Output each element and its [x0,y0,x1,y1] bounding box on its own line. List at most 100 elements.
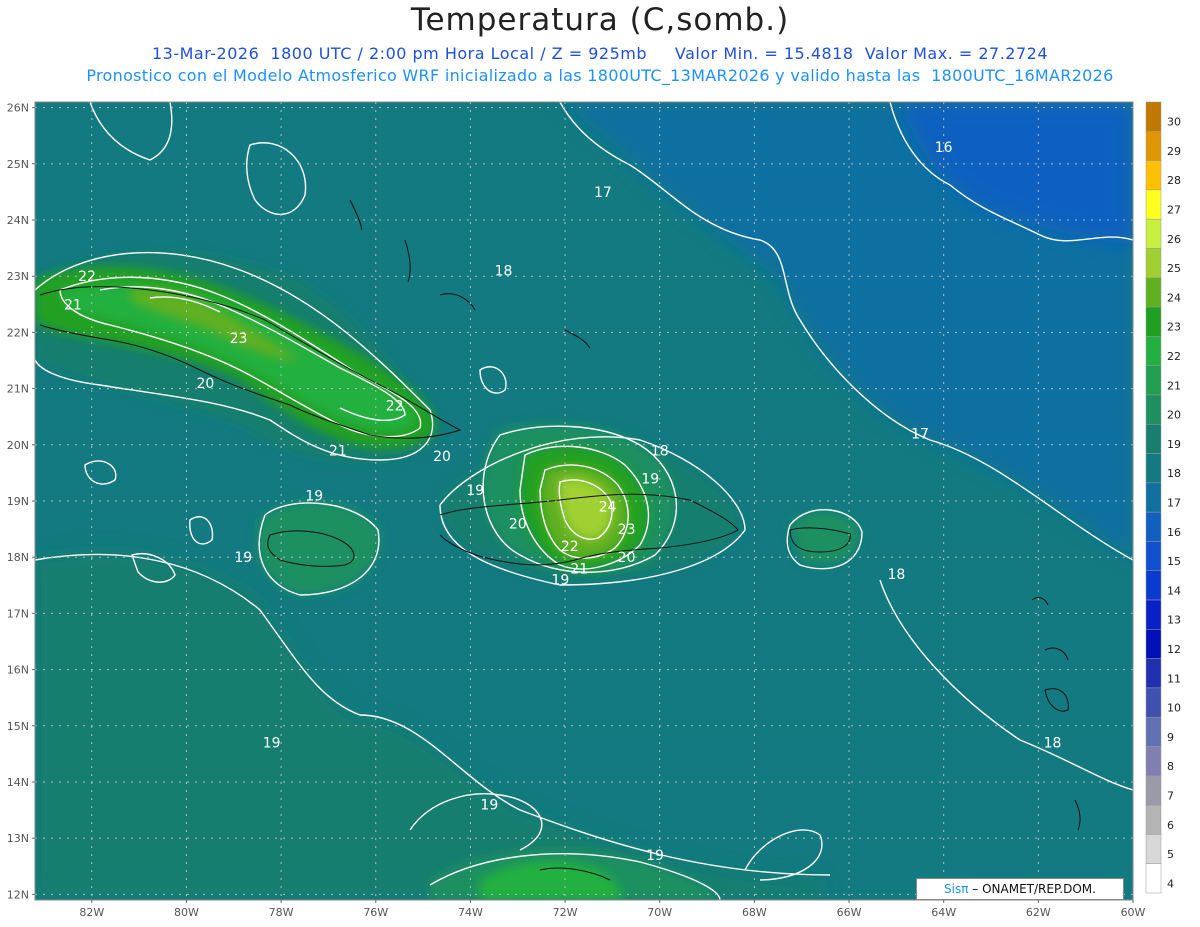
lon-tick-label: 78W [269,906,294,919]
isotherm-label: 19 [641,472,659,488]
colorbar-label: 25 [1167,262,1181,275]
lat-tick-label: 16N [7,664,29,677]
lat-tick-label: 12N [7,888,29,901]
lat-tick-label: 25N [7,158,29,171]
isotherm-label: 22 [561,539,579,555]
colorbar-swatch [1145,160,1162,191]
isotherm-label: 19 [263,736,281,752]
lat-tick-label: 17N [7,607,29,620]
colorbar-label: 6 [1167,819,1174,832]
colorbar-label: 30 [1167,116,1181,129]
colorbar-swatch [1145,541,1162,571]
lat-tick-label: 20N [7,439,29,452]
isotherm-label: 16 [935,140,953,156]
isotherm-label: 17 [594,185,612,201]
colorbar-label: 4 [1167,877,1174,890]
colorbar-swatch [1145,336,1162,366]
isotherm-label: 18 [651,443,669,459]
lon-tick-label: 80W [174,906,199,919]
colorbar-swatch [1145,775,1162,806]
colorbar-label: 28 [1167,174,1181,187]
credit-box: Sisπ – ONAMET/REP.DOM. [916,878,1124,900]
colorbar-swatch [1145,863,1162,894]
isotherm-label: 18 [887,567,905,583]
colorbar-label: 15 [1167,555,1181,568]
isotherm-label: 19 [234,550,252,566]
colorbar-swatch [1145,248,1162,279]
colorbar-label: 5 [1167,848,1174,861]
lon-tick-label: 76W [363,906,388,919]
colorbar-swatch [1145,365,1162,396]
isotherm-label: 19 [305,488,323,504]
colorbar-label: 11 [1167,672,1181,685]
colorbar-label: 26 [1167,233,1181,246]
isotherm-label: 22 [78,269,96,285]
colorbar-swatch [1145,482,1162,513]
colorbar-label: 21 [1167,379,1181,392]
lat-tick-label: 23N [7,270,29,283]
lat-tick-label: 24N [7,214,29,227]
colorbar-swatch [1145,834,1162,864]
isotherm-label: 17 [911,427,929,443]
colorbar-label: 10 [1167,702,1181,715]
colorbar-swatch [1145,394,1162,425]
isotherm-label: 20 [196,376,214,392]
isotherm-label: 24 [599,500,617,516]
colorbar-label: 18 [1167,467,1181,480]
isotherm-label: 23 [618,522,636,538]
colorbar-label: 8 [1167,760,1174,773]
colorbar-label: 19 [1167,438,1181,451]
isotherm-label: 19 [646,848,664,864]
latitude-axis: 12N 13N 14N 15N 16N 17N 18N 19N 20N 21N 22N 23N 24N 2… [7,102,35,901]
colorbar: 30 29 28 27 26 25 24 23 22 21 20 19 18 17 16 15 14 13 12 11… [1145,101,1181,894]
isotherm-label: 19 [466,483,484,499]
isotherm-label: 19 [480,797,498,813]
shaded-field [35,102,1133,900]
colorbar-label: 14 [1167,584,1181,597]
lat-tick-label: 19N [7,495,29,508]
isotherm-label: 19 [551,573,569,589]
colorbar-swatch [1145,101,1162,132]
lon-tick-label: 62W [1026,906,1051,919]
colorbar-label: 7 [1167,789,1174,802]
colorbar-swatch [1145,716,1162,747]
colorbar-swatch [1145,189,1162,220]
lon-tick-label: 74W [458,906,483,919]
lat-tick-label: 22N [7,326,29,339]
isotherm-label: 21 [64,297,82,313]
longitude-axis: 82W 80W 78W 76W 74W 72W 70W 68W 66W 64W 62W 60W [79,900,1146,919]
credit-text: – ONAMET/REP.DOM. [968,882,1096,896]
colorbar-swatch [1145,218,1162,249]
colorbar-label: 29 [1167,145,1181,158]
colorbar-swatch [1145,687,1162,718]
isotherm-label: 20 [618,550,636,566]
colorbar-swatch [1145,599,1162,630]
isotherm-label: 21 [329,443,347,459]
colorbar-label: 17 [1167,497,1181,510]
lon-tick-label: 60W [1121,906,1146,919]
colorbar-swatch [1145,570,1162,601]
colorbar-swatch [1145,629,1162,659]
lon-tick-label: 66W [837,906,862,919]
colorbar-label: 9 [1167,731,1174,744]
lat-tick-label: 21N [7,383,29,396]
credit-brand: Sisπ [944,882,969,896]
isotherm-label: 18 [1044,736,1062,752]
lon-tick-label: 82W [79,906,104,919]
colorbar-swatch [1145,746,1162,777]
colorbar-swatch [1145,306,1162,337]
lon-tick-label: 70W [647,906,672,919]
lat-tick-label: 14N [7,776,29,789]
colorbar-swatch [1145,424,1162,454]
temperature-map: 12N 13N 14N 15N 16N 17N 18N 19N 20N 21N 22N 23N 24N 2… [7,101,1181,919]
isotherm-label: 23 [230,331,248,347]
isotherm-label: 20 [433,449,451,465]
isotherm-label: 20 [509,516,527,532]
isotherm-label: 18 [495,264,513,280]
lat-tick-label: 15N [7,720,29,733]
lon-tick-label: 72W [553,906,578,919]
colorbar-label: 20 [1167,409,1181,422]
colorbar-label: 16 [1167,526,1181,539]
colorbar-label: 12 [1167,643,1181,656]
lon-tick-label: 68W [742,906,767,919]
